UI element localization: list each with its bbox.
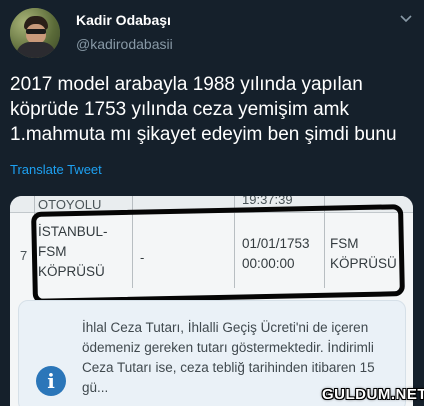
- tweet-text: 2017 model arabayla 1988 yılında yapılan…: [10, 74, 397, 145]
- author-name[interactable]: Kadir Odabaşı: [76, 12, 171, 28]
- tweet-media-image[interactable]: OTOYOLU 19:37:39 7 İSTANBUL- FSM KÖPRÜSÜ…: [10, 196, 413, 406]
- chevron-down-icon[interactable]: [399, 14, 413, 24]
- avatar[interactable]: [10, 8, 60, 58]
- tweet-header: Kadir Odabaşı @kadirodabasii: [0, 0, 424, 66]
- doc-header-time: 19:37:39: [242, 196, 293, 207]
- watermark: GULDUM.NET: [322, 386, 424, 403]
- hand-drawn-highlight: [31, 204, 405, 304]
- row-index: 7: [20, 248, 28, 263]
- info-icon: i: [36, 366, 66, 396]
- translate-tweet-link[interactable]: Translate Tweet: [10, 162, 102, 177]
- author-handle[interactable]: @kadirodabasii: [76, 36, 173, 52]
